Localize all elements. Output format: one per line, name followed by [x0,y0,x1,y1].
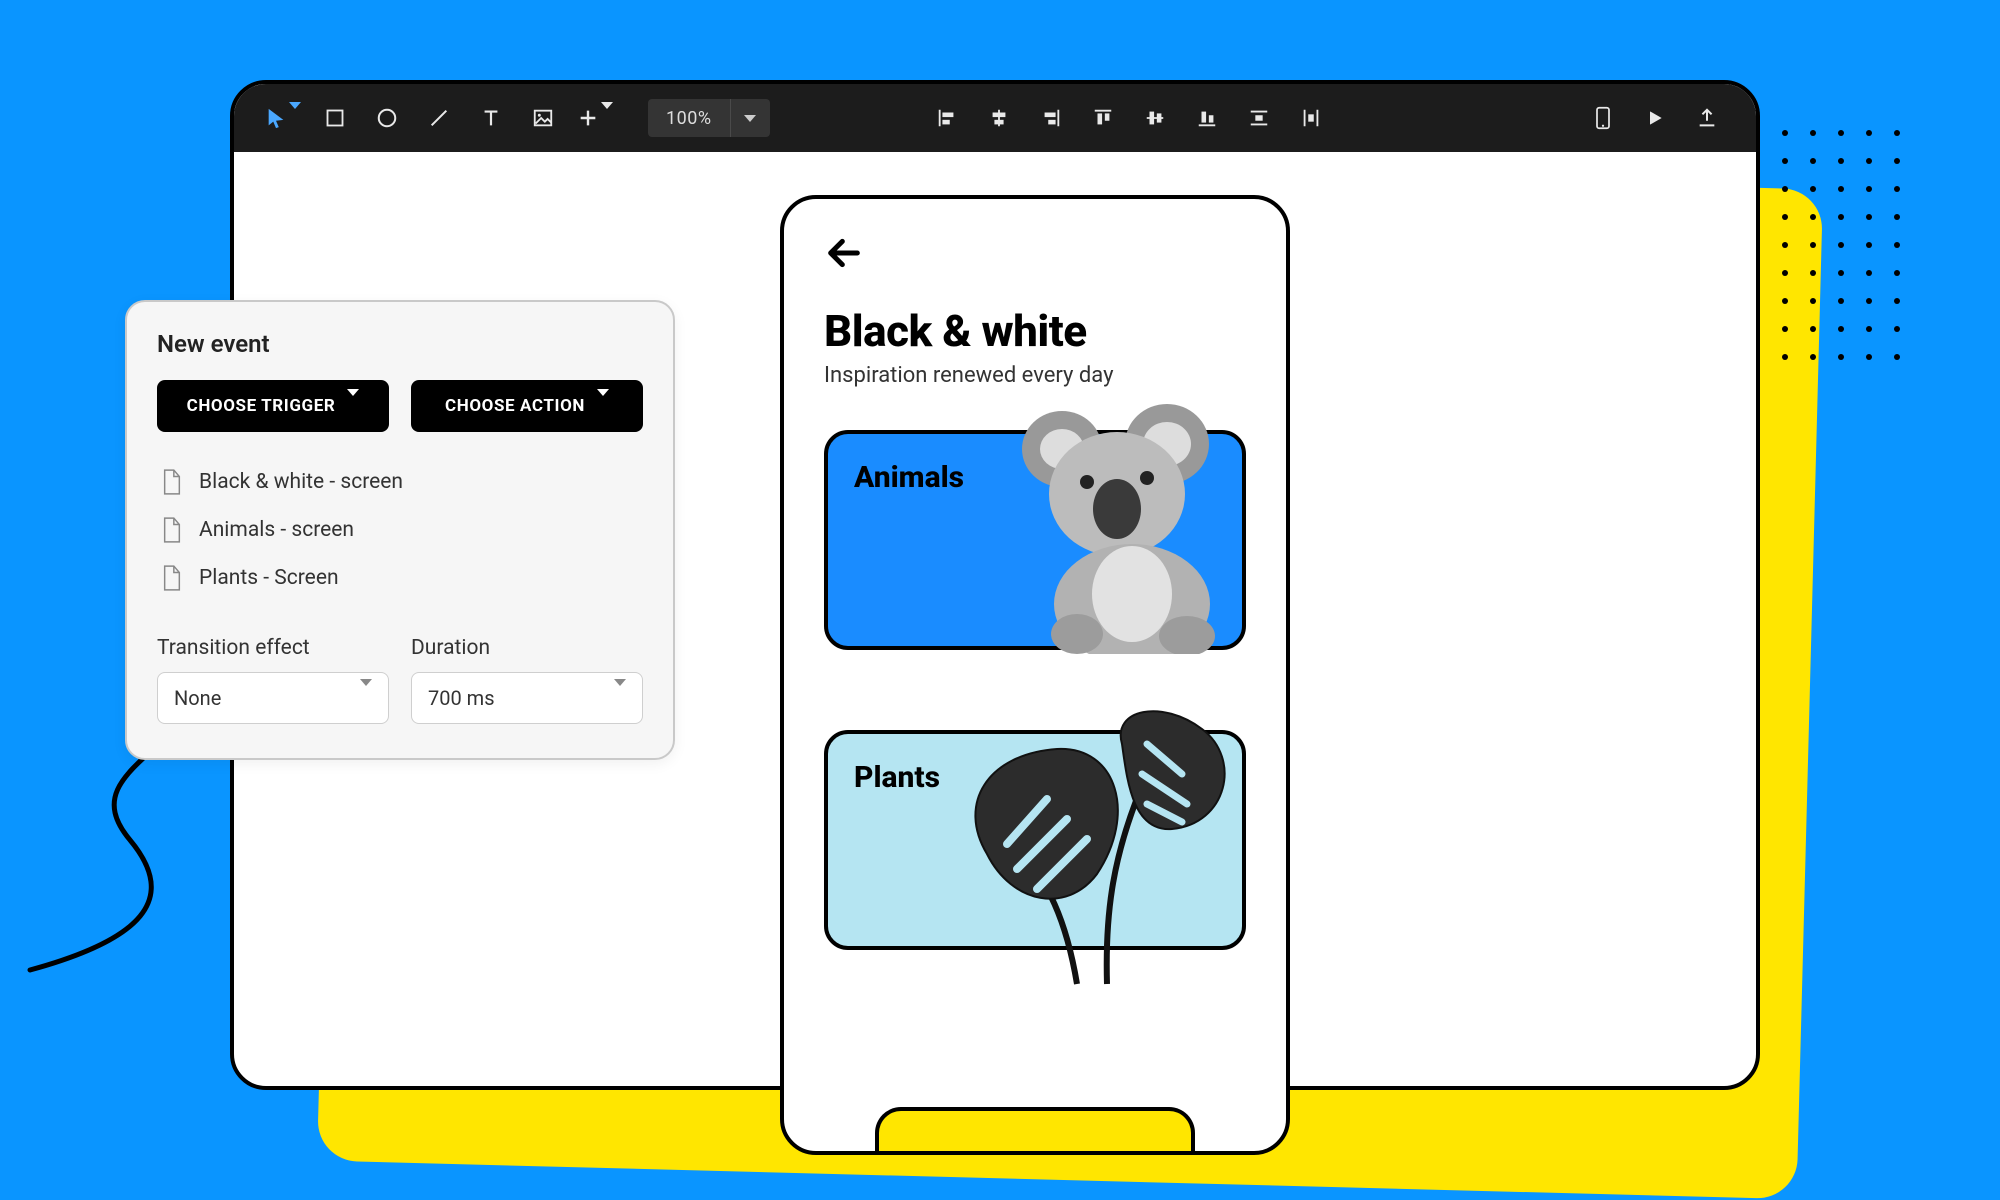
koala-illustration [992,394,1252,654]
monstera-illustration [947,704,1247,994]
screen-item[interactable]: Plants - Screen [157,554,643,602]
add-tool[interactable] [576,99,614,137]
back-arrow-icon[interactable] [824,233,864,273]
transition-value: None [174,686,221,710]
duration-value: 700 ms [428,686,495,710]
choose-action-label: CHOOSE ACTION [445,396,585,416]
chevron-down-icon [360,686,372,710]
screen-item-label: Plants - Screen [199,566,339,590]
screen-item-label: Black & white - screen [199,470,403,494]
chevron-down-icon [289,109,301,128]
export-button[interactable] [1688,99,1726,137]
distribute-v-button[interactable] [1240,99,1278,137]
event-panel: New event CHOOSE TRIGGER CHOOSE ACTION B… [125,300,675,760]
align-left-button[interactable] [928,99,966,137]
file-icon [161,564,183,592]
device-preview-button[interactable] [1584,99,1622,137]
screen-item[interactable]: Animals - screen [157,506,643,554]
chevron-down-icon [614,686,626,710]
choose-trigger-button[interactable]: CHOOSE TRIGGER [157,380,389,432]
top-toolbar: 100% [234,84,1756,152]
bottom-pill[interactable] [875,1107,1195,1153]
plants-card[interactable]: Plants [824,730,1246,950]
duration-label: Duration [411,636,643,660]
choose-action-button[interactable]: CHOOSE ACTION [411,380,643,432]
select-tool[interactable] [264,99,302,137]
animals-card[interactable]: Animals [824,430,1246,650]
transition-label: Transition effect [157,636,389,660]
file-icon [161,468,183,496]
align-top-button[interactable] [1084,99,1122,137]
align-right-button[interactable] [1032,99,1070,137]
text-tool[interactable] [472,99,510,137]
align-center-h-button[interactable] [980,99,1018,137]
line-tool[interactable] [420,99,458,137]
zoom-value: 100% [648,108,730,129]
panel-title: New event [157,330,643,358]
rectangle-tool[interactable] [316,99,354,137]
play-button[interactable] [1636,99,1674,137]
distribute-h-button[interactable] [1292,99,1330,137]
screen-list: Black & white - screen Animals - screen … [157,458,643,602]
align-bottom-button[interactable] [1188,99,1226,137]
mobile-title: Black & white [824,305,1246,357]
screen-item-label: Animals - screen [199,518,354,542]
chevron-down-icon [347,396,359,416]
duration-select[interactable]: 700 ms [411,672,643,724]
transition-select[interactable]: None [157,672,389,724]
image-tool[interactable] [524,99,562,137]
chevron-down-icon [601,109,613,128]
choose-trigger-label: CHOOSE TRIGGER [187,396,336,416]
align-middle-v-button[interactable] [1136,99,1174,137]
file-icon [161,516,183,544]
chevron-down-icon [597,396,609,416]
zoom-control[interactable]: 100% [648,99,770,137]
screen-item[interactable]: Black & white - screen [157,458,643,506]
ellipse-tool[interactable] [368,99,406,137]
mobile-subtitle: Inspiration renewed every day [824,363,1246,388]
chevron-down-icon[interactable] [730,99,770,137]
mobile-preview: Black & white Inspiration renewed every … [780,195,1290,1155]
